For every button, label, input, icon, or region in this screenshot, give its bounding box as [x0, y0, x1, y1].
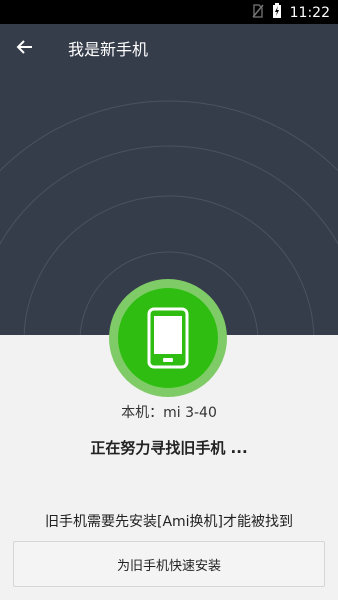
battery-charging-icon [272, 3, 282, 23]
phone-circle [118, 288, 218, 388]
back-button[interactable] [12, 34, 38, 60]
search-status: 正在努力寻找旧手机 ... [90, 439, 248, 457]
status-icons: 11:22 [252, 3, 330, 23]
app-bar: 我是新手机 [0, 24, 338, 72]
phone-search-indicator [109, 279, 227, 397]
no-sim-icon [252, 4, 264, 22]
quick-install-button[interactable]: 为旧手机快速安装 [13, 541, 325, 587]
device-label: 本机：mi 3-40 [121, 405, 217, 421]
status-bar: 11:22 [0, 0, 338, 24]
arrow-back-icon [16, 40, 32, 54]
status-time: 11:22 [289, 5, 330, 21]
page-title: 我是新手机 [68, 40, 149, 59]
phone-icon [147, 307, 189, 369]
install-note: 旧手机需要先安装[Ami换机]才能被找到 [44, 514, 294, 530]
